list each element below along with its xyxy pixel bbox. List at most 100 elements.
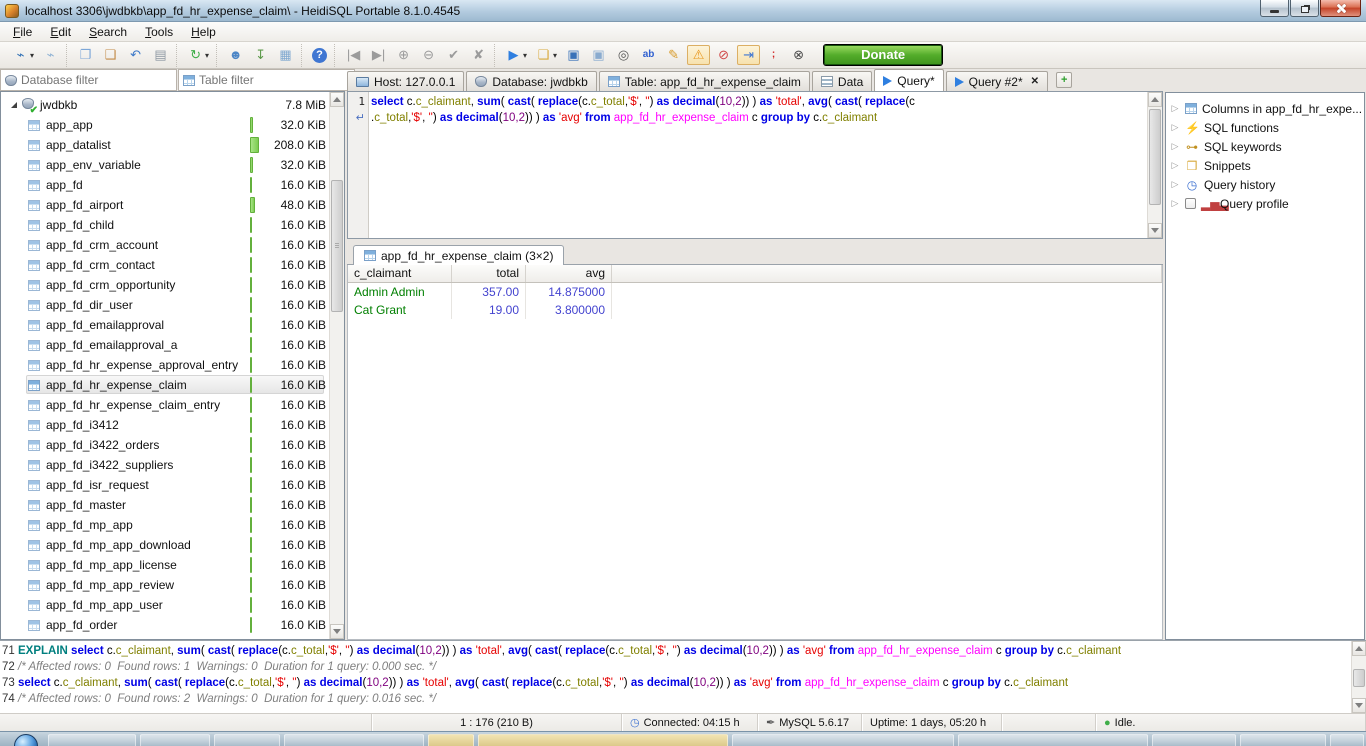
help-button[interactable]: ? — [309, 46, 330, 65]
query-profile-node[interactable]: ▷▂▅▃Query profile — [1170, 194, 1364, 213]
tab-database-jwdbkb[interactable]: Database: jwdbkb — [466, 71, 596, 91]
tree-item-app-fd-i3412[interactable]: app_fd_i341216.0 KiB — [2, 415, 328, 435]
tree-item-app-fd-i3422-suppliers[interactable]: app_fd_i3422_suppliers16.0 KiB — [2, 455, 328, 475]
revert-changes-button[interactable]: ✘ — [467, 45, 490, 65]
tree-item-app-fd-hr-expense-claim-entry[interactable]: app_fd_hr_expense_claim_entry16.0 KiB — [2, 395, 328, 415]
blob-as-text-button[interactable]: ⇥ — [737, 45, 760, 65]
undo-button[interactable]: ↶ — [124, 45, 147, 65]
tree-item-app-fd-mp-app-review[interactable]: app_fd_mp_app_review16.0 KiB — [2, 575, 328, 595]
database-filter[interactable] — [0, 69, 177, 91]
tab-data[interactable]: Data — [812, 71, 872, 91]
tree-item-app-fd-hr-expense-approval-entry[interactable]: app_fd_hr_expense_approval_entry16.0 KiB — [2, 355, 328, 375]
print-button[interactable]: ▤ — [149, 45, 172, 65]
result-cell[interactable]: 3.800000 — [526, 301, 612, 319]
tree-item-app-fd-mp-app[interactable]: app_fd_mp_app16.0 KiB — [2, 515, 328, 535]
expander-icon[interactable]: ▷ — [1170, 179, 1180, 190]
start-button[interactable] — [14, 734, 38, 746]
tab-table-app-fd-hr-expense-claim[interactable]: Table: app_fd_hr_expense_claim — [599, 71, 810, 91]
single-queries-button[interactable]: ; — [762, 45, 785, 65]
table-filter-input[interactable] — [199, 73, 354, 87]
tree-item-app-fd-emailapproval-a[interactable]: app_fd_emailapproval_a16.0 KiB — [2, 335, 328, 355]
tree-item-app-fd-crm-account[interactable]: app_fd_crm_account16.0 KiB — [2, 235, 328, 255]
save-sql-as-button[interactable]: ▣ — [587, 45, 610, 65]
taskbar-button[interactable] — [428, 734, 474, 746]
copy-button[interactable]: ❐ — [74, 45, 97, 65]
tree-item-app-fd-airport[interactable]: app_fd_airport48.0 KiB — [2, 195, 328, 215]
result-tab[interactable]: app_fd_hr_expense_claim (3×2) — [353, 245, 564, 265]
tab-query[interactable]: Query* — [874, 69, 943, 91]
table-filter[interactable] — [178, 69, 355, 91]
tree-item-app-fd-emailapproval[interactable]: app_fd_emailapproval16.0 KiB — [2, 315, 328, 335]
taskbar-button[interactable] — [1330, 734, 1364, 746]
scroll-thumb[interactable] — [1149, 109, 1161, 205]
menu-file[interactable]: File — [4, 23, 41, 41]
scroll-up-icon[interactable] — [1352, 641, 1366, 656]
refresh-button[interactable]: ↻▾ — [184, 45, 212, 65]
result-row[interactable]: Admin Admin357.0014.875000 — [348, 283, 1162, 301]
paste-button[interactable]: ❑ — [99, 45, 122, 65]
checkbox[interactable] — [1185, 198, 1196, 209]
disconnect-button[interactable]: ⌁ — [39, 45, 62, 65]
taskbar-button[interactable] — [958, 734, 1148, 746]
stop-on-errors-button[interactable]: ⊘ — [712, 45, 735, 65]
scroll-up-icon[interactable] — [330, 92, 344, 107]
tree-item-app-fd-crm-opportunity[interactable]: app_fd_crm_opportunity16.0 KiB — [2, 275, 328, 295]
find-replace-button[interactable]: ab — [637, 45, 660, 65]
taskbar-button[interactable] — [478, 734, 728, 746]
expander-icon[interactable]: ▷ — [1170, 103, 1180, 114]
log-scrollbar[interactable] — [1351, 641, 1366, 713]
menu-help[interactable]: Help — [182, 23, 225, 41]
tree-item-app-fd-mp-app-license[interactable]: app_fd_mp_app_license16.0 KiB — [2, 555, 328, 575]
find-text-button[interactable]: ◎ — [612, 45, 635, 65]
scroll-thumb[interactable] — [1353, 669, 1365, 687]
tree-item-app-fd-isr-request[interactable]: app_fd_isr_request16.0 KiB — [2, 475, 328, 495]
scroll-down-icon[interactable] — [330, 624, 344, 639]
user-manager-button[interactable]: ☻ — [224, 45, 247, 65]
post-changes-button[interactable]: ✔ — [442, 45, 465, 65]
result-cell[interactable]: 19.00 — [452, 301, 526, 319]
result-cell[interactable]: 357.00 — [452, 283, 526, 301]
load-sql-file-button[interactable]: ❏▾ — [532, 45, 560, 65]
snippets-node[interactable]: ▷❒Snippets — [1170, 156, 1364, 175]
taskbar-button[interactable] — [214, 734, 280, 746]
delete-row-button[interactable]: ⊖ — [417, 45, 440, 65]
tree-item-app-fd-mp-app-download[interactable]: app_fd_mp_app_download16.0 KiB — [2, 535, 328, 555]
restore-button[interactable] — [1290, 0, 1319, 17]
first-record-button[interactable]: |◀ — [342, 45, 365, 65]
scroll-up-icon[interactable] — [1148, 92, 1162, 107]
taskbar-button[interactable] — [732, 734, 954, 746]
close-button[interactable] — [1320, 0, 1361, 17]
bind-parameters-button[interactable]: ⚠ — [687, 45, 710, 65]
tree-item-app-fd-hr-expense-claim[interactable]: app_fd_hr_expense_claim16.0 KiB — [2, 375, 328, 395]
menu-search[interactable]: Search — [80, 23, 136, 41]
editor-lines[interactable]: select c.c_claimant, sum( cast( replace(… — [369, 92, 1146, 238]
session-manager-button[interactable]: ⌁▾ — [9, 45, 37, 65]
tree-item-app-fd-child[interactable]: app_fd_child16.0 KiB — [2, 215, 328, 235]
insert-row-button[interactable]: ⊕ — [392, 45, 415, 65]
expander-icon[interactable]: ▷ — [1170, 141, 1180, 152]
new-query-tab-button[interactable]: + — [1056, 72, 1072, 88]
scroll-thumb[interactable] — [331, 180, 343, 312]
taskbar-button[interactable] — [1152, 734, 1236, 746]
query-history-node[interactable]: ▷◷Query history — [1170, 175, 1364, 194]
tree-item-app-fd-mp-app-user[interactable]: app_fd_mp_app_user16.0 KiB — [2, 595, 328, 615]
save-sql-button[interactable]: ▣ — [562, 45, 585, 65]
column-header-avg[interactable]: avg — [526, 265, 612, 282]
column-header-total[interactable]: total — [452, 265, 526, 282]
editor-scrollbar[interactable] — [1147, 92, 1162, 238]
query-editor[interactable]: 1↵ select c.c_claimant, sum( cast( repla… — [347, 91, 1163, 239]
minimize-button[interactable] — [1260, 0, 1289, 17]
run-query-button[interactable]: ▶▾ — [502, 45, 530, 65]
columns-node[interactable]: ▷Columns in app_fd_hr_expe... — [1170, 99, 1364, 118]
expander-icon[interactable]: ▷ — [1170, 198, 1180, 209]
tab-query-2[interactable]: Query #2*✕ — [946, 71, 1048, 91]
close-tab-icon[interactable]: ✕ — [1031, 76, 1039, 87]
tree-item-app-fd-master[interactable]: app_fd_master16.0 KiB — [2, 495, 328, 515]
tree-scrollbar[interactable] — [329, 92, 344, 639]
menu-edit[interactable]: Edit — [41, 23, 80, 41]
result-grid[interactable]: c_claimanttotalavg Admin Admin357.0014.8… — [347, 265, 1163, 640]
expander-icon[interactable] — [11, 102, 17, 108]
expander-icon[interactable]: ▷ — [1170, 160, 1180, 171]
taskbar-button[interactable] — [140, 734, 210, 746]
expander-icon[interactable]: ▷ — [1170, 122, 1180, 133]
